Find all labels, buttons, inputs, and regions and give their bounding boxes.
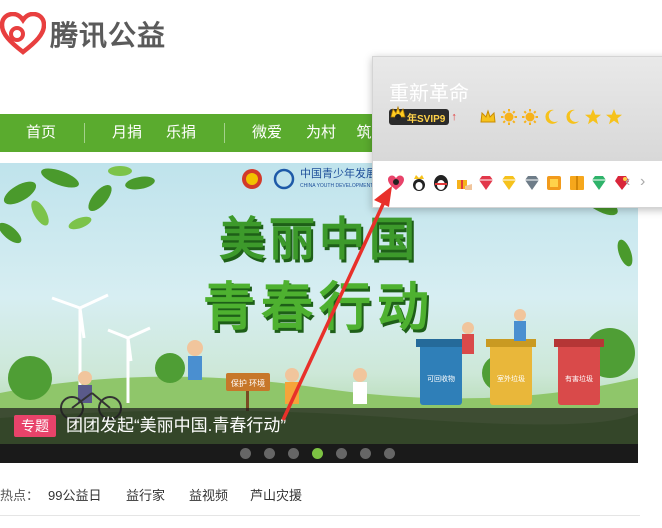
- sun-icon: [500, 109, 517, 125]
- star-icon: [584, 109, 601, 125]
- bin-label-outdoor: 室外垃圾: [497, 374, 525, 383]
- heart-logo-icon: [0, 12, 46, 55]
- carousel-dot[interactable]: [288, 448, 299, 459]
- nav-item-home[interactable]: 首页: [20, 114, 62, 152]
- banner-caption-text[interactable]: 团团发起“美丽中国.青春行动”: [66, 408, 286, 444]
- crown-icon: [480, 109, 496, 123]
- profile-nickname[interactable]: 重新革命: [389, 77, 469, 106]
- prev-arrow-icon[interactable]: ‹: [625, 173, 630, 191]
- nav-item-weiai[interactable]: 微爱: [246, 114, 288, 152]
- upgrade-arrow-icon: ↑: [451, 111, 457, 123]
- gift-hand-icon[interactable]: [455, 174, 473, 192]
- nav-item-more[interactable]: 筑: [354, 114, 374, 152]
- star-icon: [605, 109, 622, 125]
- svip-badge[interactable]: 年SVIP9: [389, 105, 450, 125]
- bin-label-recyclable: 可回收物: [427, 374, 455, 383]
- next-arrow-icon[interactable]: ›: [640, 173, 645, 191]
- carousel-dot-active[interactable]: [312, 448, 323, 459]
- svip-badge-text: 年SVIP9: [407, 113, 446, 125]
- bin-label-hazardous: 有害垃圾: [565, 374, 593, 383]
- carousel-dot[interactable]: [360, 448, 371, 459]
- qq-penguin-icon[interactable]: [432, 174, 450, 192]
- moon-icon: [566, 109, 579, 124]
- gray-diamond-icon[interactable]: [523, 174, 541, 192]
- sign-text: 保护 环境: [231, 378, 265, 388]
- penguin-vip-icon[interactable]: [410, 174, 428, 192]
- vip-level-row: 年SVIP9 ↑: [389, 105, 623, 127]
- service-icons-row: [387, 174, 636, 194]
- green-diamond-icon[interactable]: [590, 174, 608, 192]
- yellow-diamond-icon[interactable]: [500, 174, 518, 192]
- carousel-pagination: [0, 444, 638, 463]
- heart-qq-icon[interactable]: [387, 174, 405, 192]
- penguin-crown-icon: [390, 105, 406, 120]
- carousel-dot[interactable]: [384, 448, 395, 459]
- banner-title-line1: 美丽中国: [219, 213, 419, 265]
- topic-tag: 专题: [14, 415, 56, 437]
- partner-logo-sub: CHINA YOUTH DEVELOPMENT: [300, 183, 373, 189]
- moon-icon: [545, 109, 558, 124]
- hot-label: 热点：: [0, 488, 40, 503]
- nav-item-lejuan[interactable]: 乐捐: [160, 114, 202, 152]
- nav-item-monthly[interactable]: 月捐: [106, 114, 148, 152]
- hot-link[interactable]: 芦山灾援: [250, 485, 302, 504]
- book-icon[interactable]: [568, 174, 586, 192]
- site-logo[interactable]: 腾讯公益: [0, 10, 166, 58]
- orange-box-icon[interactable]: [545, 174, 563, 192]
- carousel-dot[interactable]: [240, 448, 251, 459]
- partner-logo-text: 中国青少年发展: [300, 166, 377, 180]
- banner-title-line2: 青春行动: [202, 279, 435, 337]
- nav-item-weicun[interactable]: 为村: [300, 114, 342, 152]
- hot-link[interactable]: 99公益日: [48, 485, 101, 504]
- red-diamond-icon[interactable]: [477, 174, 495, 192]
- hero-banner[interactable]: 中国青少年发展 CHINA YOUTH DEVELOPMENT 可回收物 室外垃…: [0, 163, 638, 463]
- hot-link[interactable]: 益行家: [126, 485, 165, 504]
- nav-separator: [224, 123, 225, 143]
- carousel-dot[interactable]: [336, 448, 347, 459]
- banner-caption[interactable]: 专题 团团发起“美丽中国.青春行动”: [0, 408, 638, 444]
- divider: [0, 515, 640, 516]
- carousel-dot[interactable]: [264, 448, 275, 459]
- profile-card-header: 重新革命 年SVIP9 ↑: [373, 57, 662, 161]
- banner-title: 美丽中国 青春行动: [0, 203, 638, 340]
- sun-icon: [521, 109, 538, 125]
- hot-link[interactable]: 益视频: [189, 485, 228, 504]
- nav-separator: [84, 123, 85, 143]
- logo-text: 腾讯公益: [50, 20, 167, 51]
- qq-profile-card: 重新革命 年SVIP9 ↑ ‹ ›: [372, 56, 662, 208]
